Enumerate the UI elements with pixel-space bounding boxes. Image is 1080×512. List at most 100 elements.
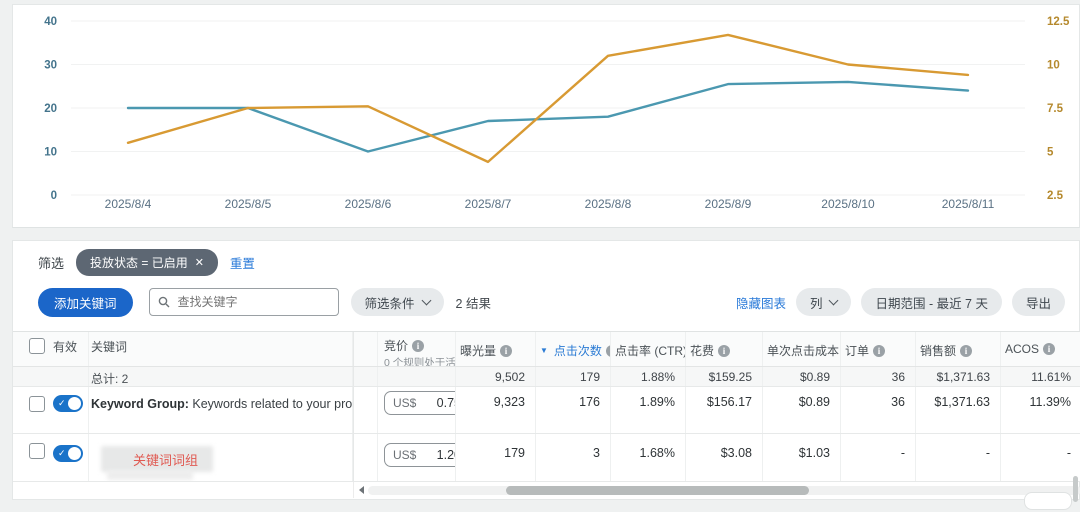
bid-cell: US$ [378, 387, 456, 433]
table-header-row: 有效 关键词 竞价 0 个规则处于活动状态 曝光量 ▼ 点击次数 点击率 (CTR… [13, 331, 1080, 367]
header-ctr[interactable]: 点击率 (CTR) [611, 332, 686, 366]
header-orders[interactable]: 订单 [841, 332, 916, 366]
select-all-checkbox[interactable] [29, 338, 45, 354]
right-axis-tick: 7.5 [1047, 103, 1064, 115]
horizontal-scrollbar [13, 482, 1080, 498]
header-ctr-label: 点击率 (CTR) [615, 344, 686, 358]
columns-dropdown[interactable]: 列 [795, 288, 852, 316]
bid-input[interactable] [425, 395, 455, 411]
impressions-cell: 9,323 [456, 387, 536, 433]
orders-cell: - [841, 434, 916, 481]
header-sales[interactable]: 销售额 [916, 332, 1001, 366]
keyword-row: ✓ Keyword Group: Keywords related to you… [13, 387, 1080, 434]
export-button[interactable]: 导出 [1011, 288, 1065, 316]
info-icon[interactable] [1043, 343, 1056, 355]
performance-line-chart: 0 10 20 30 40 2.5 5 7.5 10 12.5 2025/8/4 2025/8/5 20… [44, 16, 1070, 211]
bid-currency: US$ [393, 396, 417, 410]
filter-bar: 筛选 投放状态 = 已启用 ✕ 重置 [38, 248, 255, 276]
x-axis-label: 2025/8/7 [465, 197, 512, 211]
totals-label: 总计: 2 [89, 367, 353, 386]
left-axis-tick: 0 [51, 190, 57, 202]
row-checkbox[interactable] [29, 396, 45, 412]
frozen-divider [353, 332, 378, 366]
header-orders-label: 订单 [845, 344, 870, 358]
chevron-down-icon [829, 295, 839, 306]
filter-conditions-dropdown[interactable]: 筛选条件 [350, 288, 444, 316]
vertical-scrollbar-thumb[interactable] [1073, 476, 1078, 502]
sales-cell: $1,371.63 [916, 387, 1001, 433]
scrollbar-track[interactable] [368, 485, 1080, 495]
keyword-cell-redacted: 关键词词组 [89, 434, 353, 481]
info-icon[interactable] [412, 339, 425, 352]
frozen-columns-footer [13, 482, 354, 498]
performance-chart-panel: 0 10 20 30 40 2.5 5 7.5 10 12.5 2025/8/4 2025/8/5 20… [12, 4, 1080, 228]
bid-cell: US$ [378, 434, 456, 481]
acos-cell: 11.39% [1029, 395, 1071, 409]
metric-blue-line [126, 80, 970, 153]
totals-sales: $1,371.63 [916, 367, 1001, 386]
bid-input[interactable] [425, 447, 455, 463]
header-enabled: 有效 [53, 332, 89, 366]
scroll-left-icon [358, 486, 364, 494]
header-impressions[interactable]: 曝光量 [456, 332, 536, 366]
info-icon[interactable] [873, 344, 886, 357]
right-axis-tick: 2.5 [1047, 190, 1064, 202]
chevron-down-icon [421, 295, 431, 306]
keyword-search-input[interactable] [175, 294, 330, 310]
date-range-button[interactable]: 日期范围 - 最近 7 天 [861, 288, 1002, 316]
header-cpc-label: 单次点击成本 (CPC) [767, 344, 840, 358]
columns-label: 列 [809, 296, 823, 311]
left-axis-tick: 20 [44, 103, 57, 115]
redaction-block [107, 470, 193, 480]
x-axis-label: 2025/8/6 [345, 197, 392, 211]
add-keywords-button[interactable]: 添加关键词 [38, 287, 133, 317]
scrollbar-thumb[interactable] [506, 485, 809, 495]
filter-chip-serving-status[interactable]: 投放状态 = 已启用 ✕ [76, 248, 218, 276]
right-axis-tick: 10 [1047, 60, 1060, 72]
cpc-cell: $0.89 [763, 387, 841, 433]
x-axis-label: 2025/8/5 [225, 197, 272, 211]
bid-input-box[interactable]: US$ [384, 443, 455, 467]
header-acos-label: ACOS [1005, 342, 1040, 356]
bid-input-box[interactable]: US$ [384, 391, 455, 415]
right-axis-tick: 12.5 [1047, 16, 1070, 28]
feedback-widget [1024, 492, 1072, 510]
totals-spend: $159.25 [686, 367, 763, 386]
totals-acos: 11.61% [1031, 370, 1071, 384]
left-axis-tick: 30 [44, 60, 57, 72]
keyword-manager-panel: 筛选 投放状态 = 已启用 ✕ 重置 添加关键词 筛选条件 2 结果 [12, 240, 1080, 500]
totals-impressions: 9,502 [456, 367, 536, 386]
x-axis-label: 2025/8/4 [105, 197, 152, 211]
toolbar-right-group: 隐藏图表 列 日期范围 - 最近 7 天 导出 [736, 288, 1065, 316]
info-icon[interactable] [718, 344, 731, 357]
header-clicks-sorted[interactable]: ▼ 点击次数 [536, 332, 611, 366]
header-spend[interactable]: 花费 [686, 332, 763, 366]
search-icon [158, 296, 170, 308]
header-spend-label: 花费 [690, 344, 715, 358]
header-acos[interactable]: ACOS [1001, 332, 1080, 366]
header-cpc[interactable]: 单次点击成本 (CPC) [763, 332, 841, 366]
row-checkbox[interactable] [29, 443, 45, 459]
ctr-cell: 1.89% [611, 387, 686, 433]
enabled-toggle[interactable]: ✓ [53, 445, 83, 462]
info-icon[interactable] [500, 344, 513, 357]
header-bid-subtext: 0 个规则处于活动状态 [384, 357, 456, 366]
info-icon[interactable] [960, 344, 973, 357]
enabled-toggle[interactable]: ✓ [53, 395, 83, 412]
chip-remove-icon[interactable]: ✕ [195, 256, 204, 269]
scroll-left-button[interactable] [354, 484, 368, 496]
sort-desc-icon: ▼ [540, 346, 548, 355]
totals-clicks: 179 [536, 367, 611, 386]
keyword-group-desc: Keywords related to your product categor… [192, 397, 353, 411]
reset-filters-link[interactable]: 重置 [230, 253, 255, 272]
filter-conditions-label: 筛选条件 [364, 296, 415, 311]
hide-chart-link[interactable]: 隐藏图表 [736, 293, 786, 312]
x-axis-label: 2025/8/11 [942, 197, 995, 211]
keyword-search-box[interactable] [148, 288, 339, 316]
filter-chip-label: 投放状态 = 已启用 [90, 255, 188, 270]
table-toolbar: 添加关键词 筛选条件 2 结果 隐藏图表 列 日期范 [38, 287, 1065, 317]
export-label: 导出 [1025, 296, 1051, 311]
sales-cell: - [916, 434, 1001, 481]
header-bid: 竞价 0 个规则处于活动状态 [378, 332, 456, 366]
toggle-knob [68, 447, 81, 460]
